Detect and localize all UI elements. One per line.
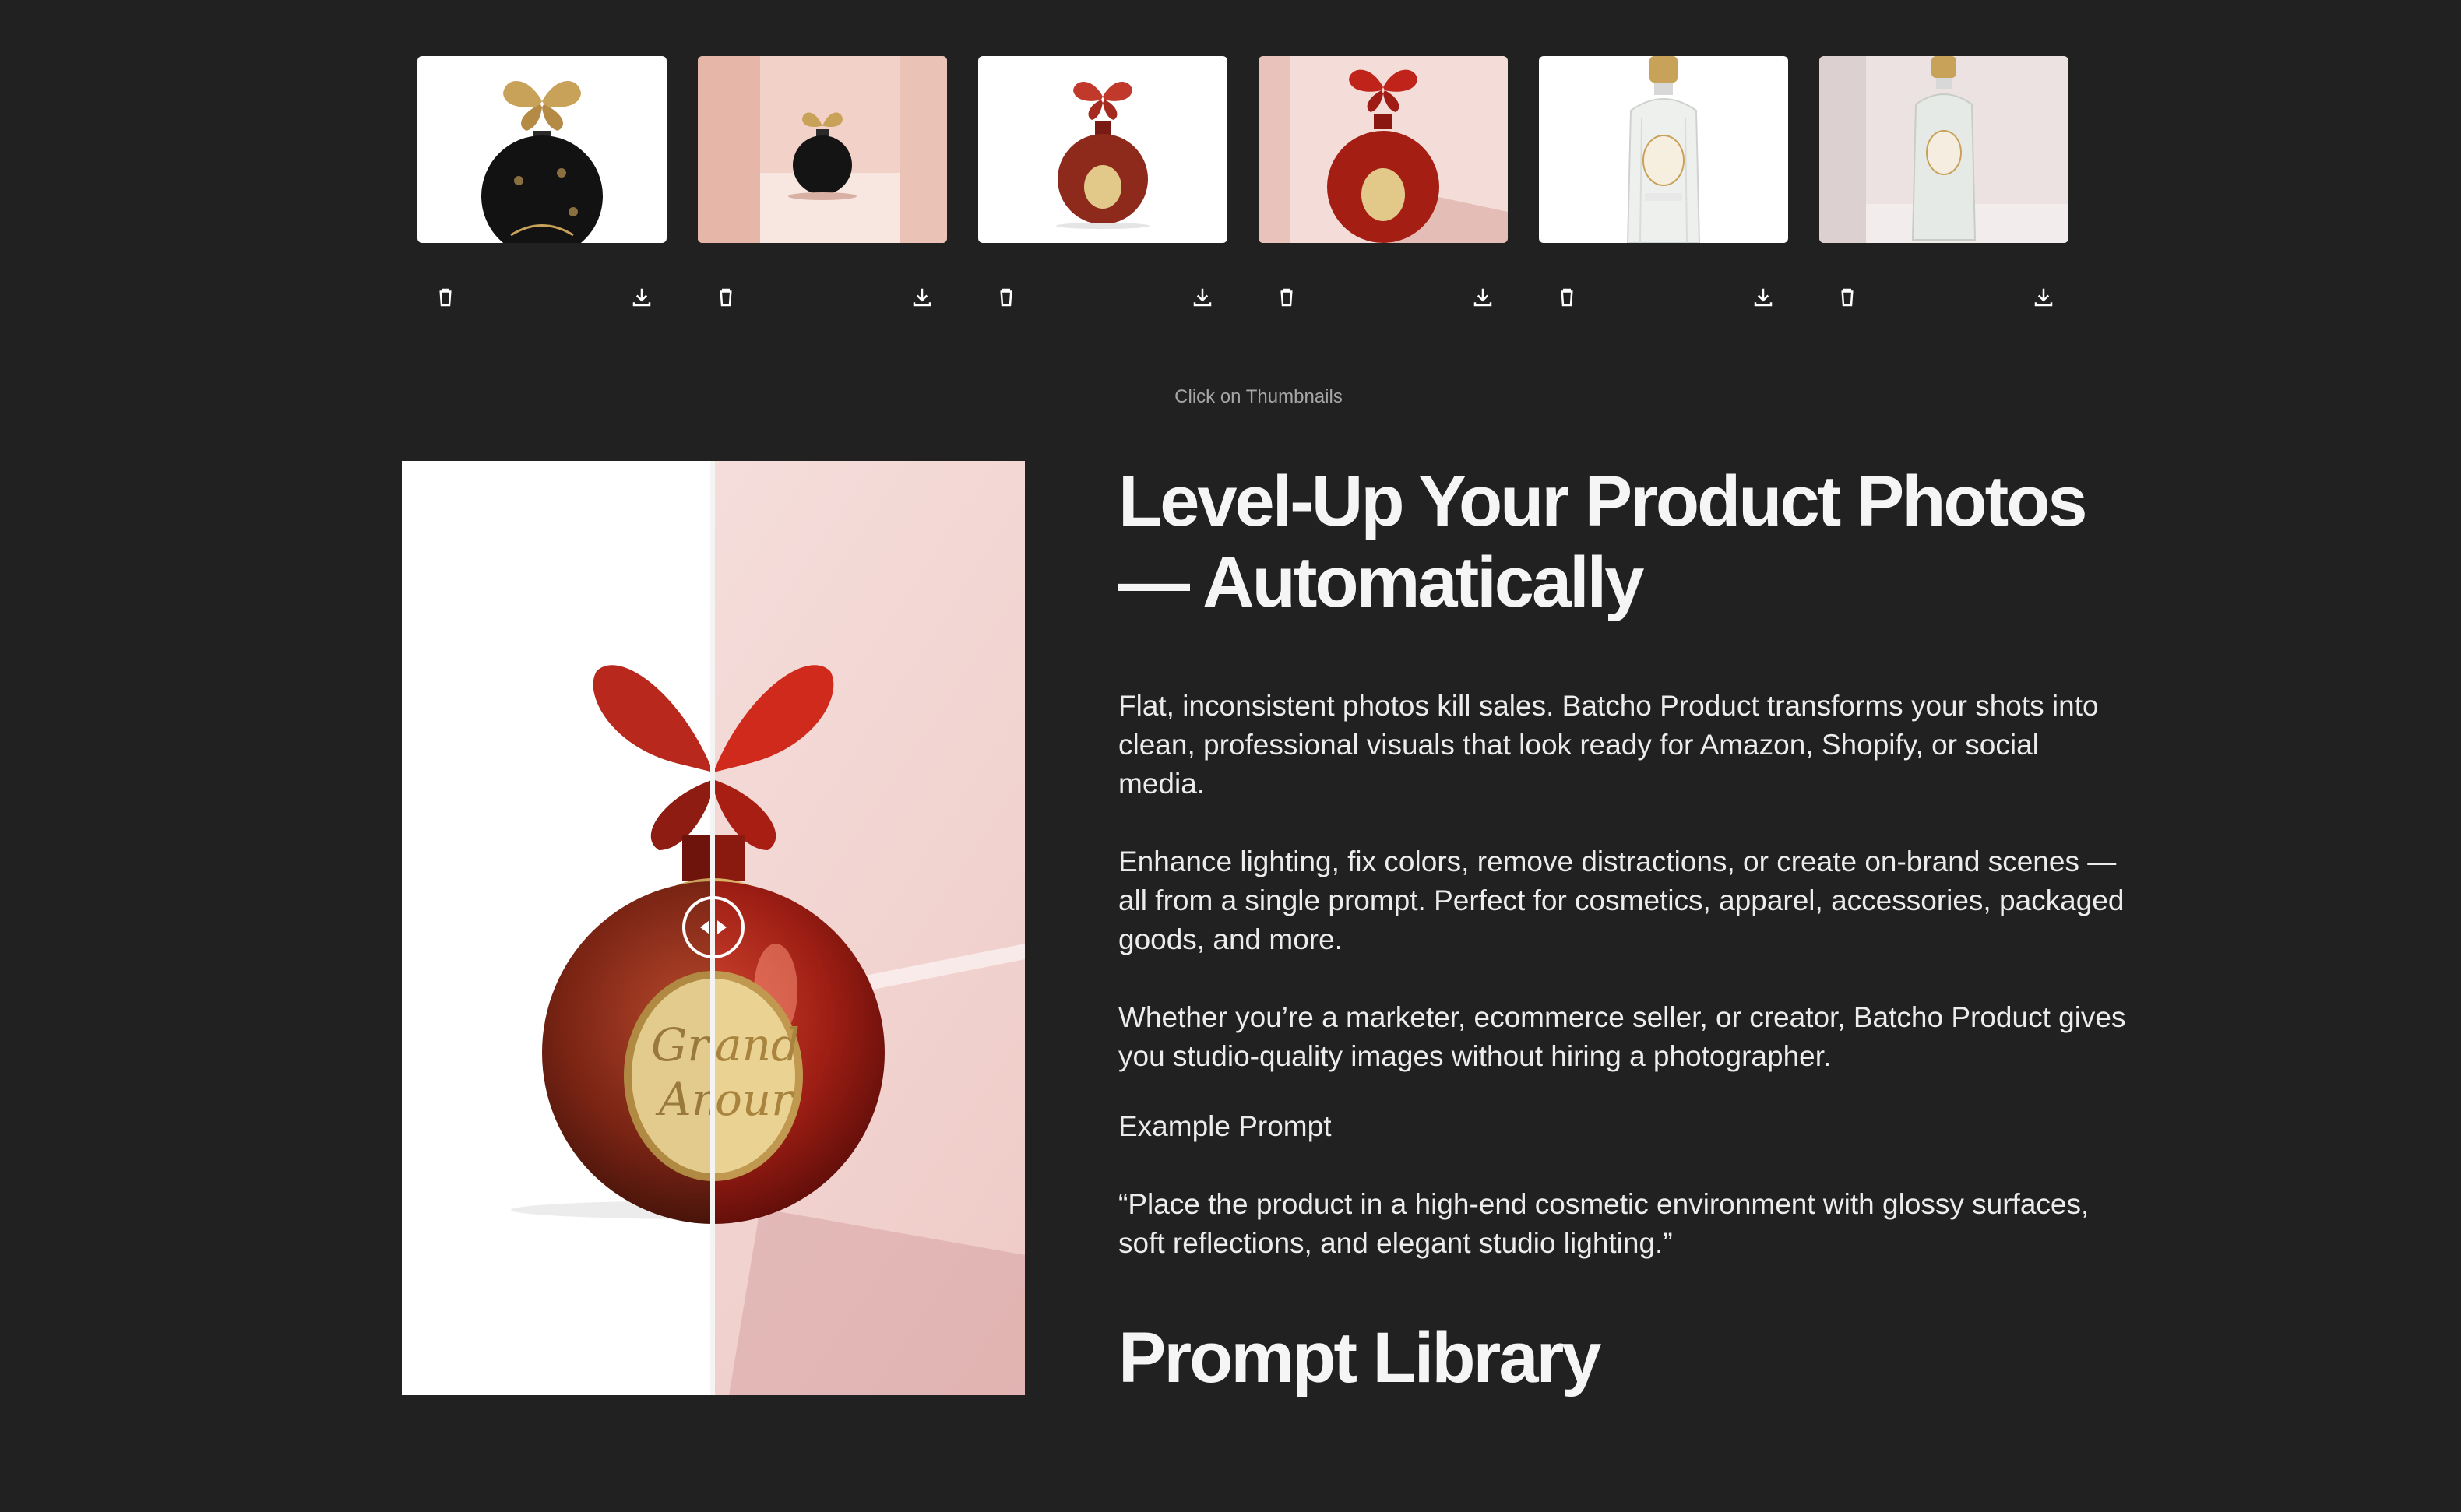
intro-paragraph-1: Flat, inconsistent photos kill sales. Ba… (1118, 690, 2099, 800)
thumbnail-actions (1819, 282, 2068, 313)
svg-text:Gr: Gr (651, 1018, 711, 1071)
thumbnail-actions (417, 282, 667, 313)
page-title: Level-Up Your Product Photos — Automatic… (1118, 462, 2088, 622)
thumbnail-image[interactable] (1539, 56, 1788, 243)
arrow-left-icon (700, 920, 709, 934)
download-icon[interactable] (628, 283, 656, 311)
thumbnail-image[interactable] (1819, 56, 2068, 243)
thumbnail-hint: Click on Thumbnails (1174, 386, 1343, 407)
thumbnail-actions (1539, 282, 1788, 313)
thumbnail-item (1259, 56, 1508, 313)
thumbnail-image[interactable] (1259, 56, 1508, 243)
thumbnail-image[interactable] (417, 56, 667, 243)
trash-icon[interactable] (1553, 283, 1581, 311)
intro-section: Level-Up Your Product Photos — Automatic… (1118, 461, 2131, 1398)
prompt-library-title: Prompt Library (1118, 1318, 1601, 1398)
compare-handle[interactable] (682, 896, 745, 958)
example-prompt-text: “Place the product in a high-end cosmeti… (1118, 1188, 2090, 1259)
thumbnail-item (978, 56, 1227, 313)
example-prompt-label: Example Prompt (1118, 1110, 1332, 1142)
trash-icon[interactable] (1273, 283, 1301, 311)
intro-paragraph-2: Enhance lighting, fix colors, remove dis… (1118, 846, 2125, 955)
thumbnail-item (1539, 56, 1788, 313)
download-icon[interactable] (908, 283, 936, 311)
trash-icon[interactable] (1833, 283, 1861, 311)
svg-text:and: and (715, 1018, 800, 1071)
download-icon[interactable] (2030, 283, 2058, 311)
svg-text:our: our (715, 1073, 795, 1126)
trash-icon[interactable] (712, 283, 740, 311)
thumbnail-strip (417, 56, 2068, 313)
thumbnail-actions (698, 282, 947, 313)
thumbnail-actions (978, 282, 1227, 313)
thumbnail-image[interactable] (698, 56, 947, 243)
trash-icon[interactable] (992, 283, 1020, 311)
thumbnail-actions (1259, 282, 1508, 313)
intro-paragraph-3: Whether you’re a marketer, ecommerce sel… (1118, 1001, 2126, 1072)
download-icon[interactable] (1469, 283, 1497, 311)
arrow-right-icon (717, 920, 727, 934)
trash-icon[interactable] (431, 283, 459, 311)
download-icon[interactable] (1188, 283, 1216, 311)
download-icon[interactable] (1749, 283, 1777, 311)
thumbnail-item (1819, 56, 2068, 313)
thumbnail-item (698, 56, 947, 313)
thumbnail-item (417, 56, 667, 313)
thumbnail-image[interactable] (978, 56, 1227, 243)
